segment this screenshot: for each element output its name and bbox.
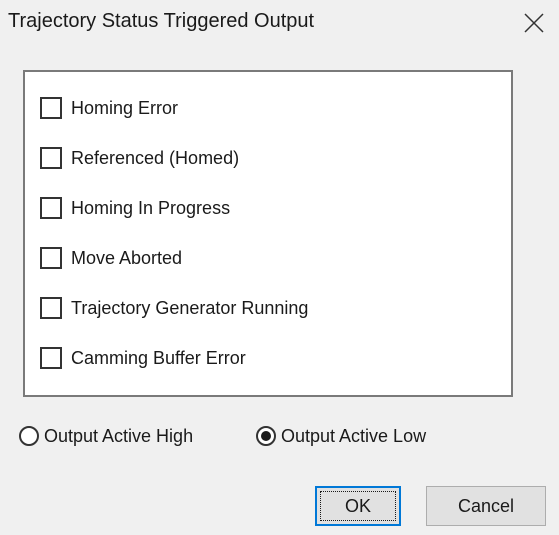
checkbox-box[interactable] [40,97,62,119]
radio-button[interactable] [19,426,39,446]
checkbox-label: Camming Buffer Error [71,348,246,368]
radio-selected-dot [261,431,271,441]
focus-indicator [320,491,396,521]
checkbox-label: Move Aborted [71,248,183,268]
checkbox-homing-in-progress[interactable]: Homing In Progress [40,195,230,221]
radio-output-active-high[interactable]: Output Active High [19,424,193,448]
checkbox-trajectory-generator-running[interactable]: Trajectory Generator Running [40,295,308,321]
checkbox-box[interactable] [40,347,62,369]
dialog-window: Trajectory Status Triggered Output Homin… [0,0,559,535]
close-button[interactable] [516,6,552,40]
cancel-button[interactable]: Cancel [426,486,546,526]
radio-button[interactable] [256,426,276,446]
checkbox-box[interactable] [40,247,62,269]
checkbox-referenced-homed[interactable]: Referenced (Homed) [40,145,239,171]
checkbox-box[interactable] [40,197,62,219]
close-icon [524,13,544,33]
checkbox-camming-buffer-error[interactable]: Camming Buffer Error [40,345,246,371]
checkbox-box[interactable] [40,147,62,169]
cancel-button-label: Cancel [457,495,515,516]
ok-button[interactable]: OK [315,486,401,526]
status-options-group: Homing Error Referenced (Homed) Homing I… [23,70,513,397]
radio-label: Output Active Low [281,426,427,446]
dialog-title: Trajectory Status Triggered Output [8,10,315,32]
checkbox-label: Homing In Progress [71,198,231,218]
checkbox-box[interactable] [40,297,62,319]
radio-output-active-low[interactable]: Output Active Low [256,424,426,448]
checkbox-label: Referenced (Homed) [71,148,240,168]
radio-label: Output Active High [44,426,194,446]
checkbox-homing-error[interactable]: Homing Error [40,95,178,121]
checkbox-move-aborted[interactable]: Move Aborted [40,245,182,271]
checkbox-label: Trajectory Generator Running [71,298,309,318]
checkbox-label: Homing Error [71,98,179,118]
